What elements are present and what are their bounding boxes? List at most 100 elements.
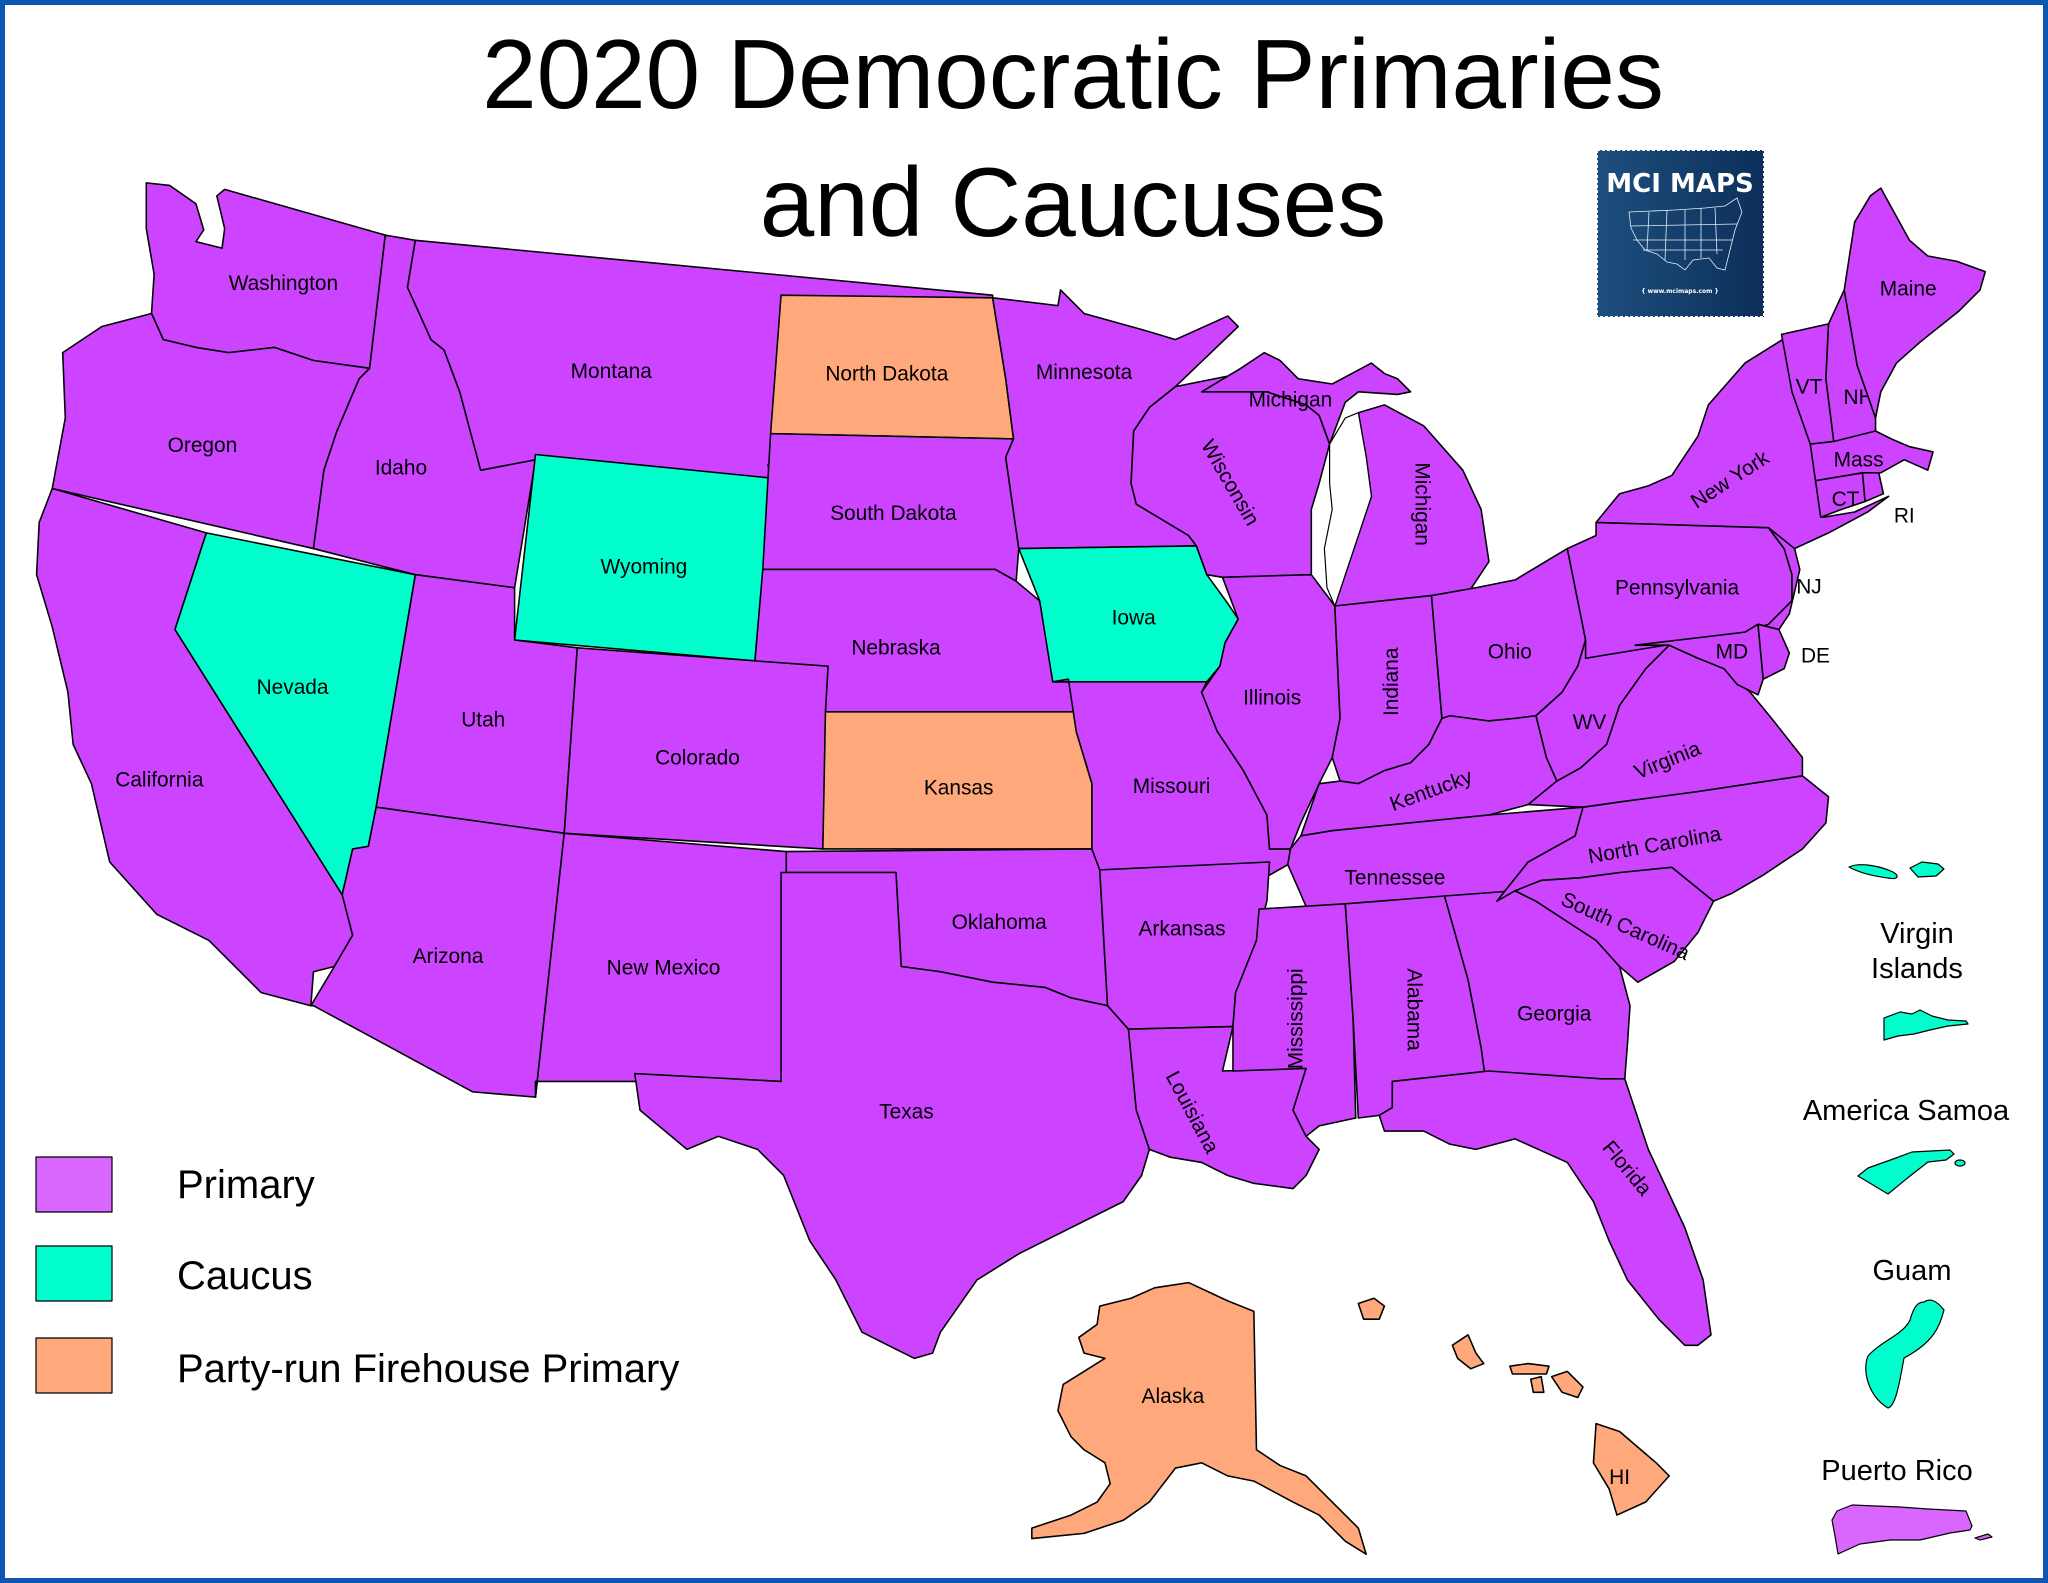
legend-swatch-caucus <box>35 1245 113 1302</box>
hawaii-island-3 <box>1509 1362 1550 1375</box>
virgin-islands-shape-2 <box>1909 861 1945 878</box>
state-label-oh: Ohio <box>1488 641 1532 664</box>
state-label-sd: South Dakota <box>830 502 957 525</box>
guam-shape <box>1865 1299 1945 1409</box>
state-new-mexico[interactable]: New Mexico <box>534 832 788 1098</box>
virgin-islands-shape-1 <box>1848 864 1898 880</box>
state-shape-fl <box>1378 1070 1712 1347</box>
state-kansas[interactable]: Kansas <box>822 711 1093 850</box>
legend: Primary Caucus Party-run Firehouse Prima… <box>35 1156 679 1394</box>
state-colorado[interactable]: Colorado <box>563 647 829 850</box>
american-samoa-islet <box>1954 1159 1966 1167</box>
state-shape-me <box>1843 187 1987 419</box>
puerto-rico-label: Puerto Rico <box>1821 1455 1973 1487</box>
state-label-mi_up: Michigan <box>1249 388 1333 411</box>
state-label-ok: Oklahoma <box>952 911 1048 934</box>
state-label-nd: North Dakota <box>825 362 948 385</box>
state-label-ri: RI <box>1894 505 1915 528</box>
legend-swatch-primary <box>35 1156 113 1213</box>
state-maine[interactable]: Maine <box>1843 187 1987 419</box>
state-label-tn: Tennessee <box>1344 867 1445 890</box>
virgin-islands-label-1: Virgin <box>1880 918 1954 950</box>
state-label-mn: Minnesota <box>1036 361 1133 384</box>
state-label-or: Oregon <box>168 434 238 457</box>
state-label-in: Indiana <box>1380 647 1403 716</box>
state-label-mt: Montana <box>571 360 653 383</box>
title-line-1: 2020 Democratic Primaries <box>482 19 1664 129</box>
state-label-mo: Missouri <box>1133 775 1211 798</box>
hawaii-island-5 <box>1529 1375 1545 1394</box>
state-label-wa: Washington <box>229 272 338 295</box>
state-alaska[interactable]: Alaska <box>1031 1281 1367 1556</box>
puerto-rico-shape <box>1831 1504 1973 1555</box>
state-label-hi: HI <box>1609 1466 1630 1489</box>
state-label-ia: Iowa <box>1112 607 1156 630</box>
state-shape-ak <box>1031 1281 1367 1556</box>
legend-label-firehouse: Party-run Firehouse Primary <box>177 1347 679 1391</box>
state-wyoming[interactable]: Wyoming <box>513 453 772 662</box>
state-label-ak: Alaska <box>1142 1385 1205 1408</box>
state-hi[interactable]: HI <box>1357 1297 1670 1516</box>
state-south-dakota[interactable]: South Dakota <box>761 432 1020 582</box>
legend-label-primary: Primary <box>177 1163 315 1207</box>
legend-item-caucus: Caucus <box>35 1245 313 1302</box>
state-label-nj: NJ <box>1796 575 1822 598</box>
legend-item-firehouse: Party-run Firehouse Primary <box>35 1337 679 1394</box>
hawaii-island-2 <box>1451 1334 1485 1370</box>
state-label-wy: Wyoming <box>600 556 687 579</box>
state-label-ca: California <box>115 769 204 792</box>
territories: Virgin Islands America Samoa Guam Puerto… <box>1803 861 2010 1555</box>
state-de[interactable]: DE <box>1757 623 1830 680</box>
state-shape-ri <box>1861 469 1885 503</box>
state-label-wv: WV <box>1573 711 1607 734</box>
state-label-ut: Utah <box>461 708 505 731</box>
title-line-2: and Caucuses <box>760 147 1387 257</box>
territory-puerto-rico[interactable]: Puerto Rico <box>1821 1455 1993 1555</box>
state-label-al: Alabama <box>1403 968 1426 1051</box>
legend-item-primary: Primary <box>35 1156 315 1213</box>
state-shape-de <box>1757 623 1791 680</box>
logo-title: MCI MAPS <box>1606 169 1753 199</box>
virgin-islands-label-2: Islands <box>1871 953 1963 985</box>
state-shape-hi <box>1592 1422 1670 1516</box>
state-label-az: Arizona <box>413 945 484 968</box>
virgin-islands-shape-3 <box>1883 1009 1969 1041</box>
territory-virgin-islands[interactable]: Virgin Islands <box>1848 861 1969 1041</box>
state-label-mi: Michigan <box>1411 462 1434 546</box>
state-label-pa: Pennsylvania <box>1615 577 1740 600</box>
american-samoa-shape <box>1857 1149 1955 1195</box>
state-ri[interactable]: RI <box>1861 469 1915 528</box>
state-label-de: DE <box>1801 644 1830 667</box>
state-label-nm: New Mexico <box>607 957 721 980</box>
state-florida[interactable]: Florida <box>1378 1070 1712 1347</box>
state-label-ne: Nebraska <box>851 637 941 660</box>
state-label-ma: Mass <box>1834 449 1884 472</box>
legend-swatch-firehouse <box>35 1337 113 1394</box>
american-samoa-label: America Samoa <box>1803 1095 2010 1127</box>
logo-url: { www.mcimaps.com } <box>1641 288 1719 295</box>
puerto-rico-islet <box>1974 1533 1993 1541</box>
state-label-ct: CT <box>1832 488 1860 511</box>
state-label-vt: VT <box>1796 375 1823 398</box>
state-label-tx: Texas <box>879 1100 934 1123</box>
state-north-dakota[interactable]: North Dakota <box>769 294 1015 440</box>
state-label-ks: Kansas <box>924 776 994 799</box>
us-map: 2020 Democratic Primaries and Caucuses M… <box>35 19 2010 1556</box>
hawaii-island-1 <box>1357 1297 1386 1320</box>
state-label-il: Illinois <box>1243 686 1301 709</box>
state-label-co: Colorado <box>655 746 740 769</box>
state-label-ar: Arkansas <box>1139 917 1226 940</box>
territory-guam[interactable]: Guam <box>1865 1255 1952 1409</box>
state-label-md: MD <box>1716 641 1748 664</box>
state-label-ms: Mississippi <box>1284 968 1307 1069</box>
hawaii-island-4 <box>1550 1370 1584 1399</box>
territory-american-samoa[interactable]: America Samoa <box>1803 1095 2010 1195</box>
state-label-id: Idaho <box>375 456 427 479</box>
state-label-me: Maine <box>1880 277 1937 300</box>
state-label-ga: Georgia <box>1517 1002 1592 1025</box>
state-label-nv: Nevada <box>257 676 329 699</box>
legend-label-caucus: Caucus <box>177 1254 313 1298</box>
mci-maps-logo[interactable]: MCI MAPS { www.mcimaps.com } <box>1596 149 1765 318</box>
guam-label: Guam <box>1873 1255 1952 1287</box>
state-washington[interactable]: Washington <box>145 182 387 370</box>
